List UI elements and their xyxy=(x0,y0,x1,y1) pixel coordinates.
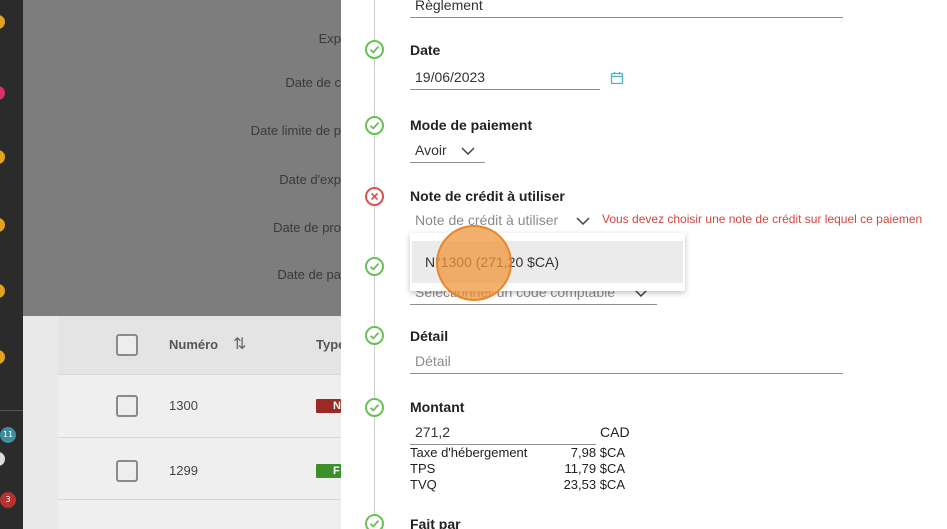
tax-name-tps: TPS xyxy=(410,461,436,476)
tax-name-hebergement: Taxe d'hébergement xyxy=(410,445,528,460)
bg-label-expediteur: Exp xyxy=(318,31,341,46)
tax-value-tvq: 23,53 $CA xyxy=(563,477,625,492)
type-badge: Note xyxy=(316,399,341,413)
detail-placeholder: Détail xyxy=(415,353,451,369)
tax-name-tvq: TVQ xyxy=(410,477,437,492)
bg-label-date-expiration: Date d'exp xyxy=(279,172,341,187)
calendar-icon[interactable] xyxy=(610,71,624,85)
app-sidebar-rail: 11 3 xyxy=(0,0,23,529)
background-page: Exp Date de c Date limite de p Date d'ex… xyxy=(23,0,345,529)
note-label: Note de crédit à utiliser xyxy=(410,188,565,204)
note-select[interactable]: Note de crédit à utiliser xyxy=(410,209,597,233)
nav-icon-4[interactable] xyxy=(0,218,5,232)
note-placeholder: Note de crédit à utiliser xyxy=(415,212,559,228)
type-badge: F xyxy=(316,464,341,478)
sort-icon[interactable]: ⇅ xyxy=(233,334,246,354)
currency-label: CAD xyxy=(600,424,630,440)
mode-value: Avoir xyxy=(415,142,447,158)
background-table: Numéro ⇅ Type 1300 Note 1299 F xyxy=(58,316,345,529)
col-header-numero[interactable]: Numéro xyxy=(169,337,218,352)
background-form: Exp Date de c Date limite de p Date d'ex… xyxy=(23,0,341,316)
montant-check-icon xyxy=(365,398,384,417)
row-numero: 1299 xyxy=(169,463,198,478)
fait-par-label: Fait par xyxy=(410,516,461,529)
alert-badge[interactable]: 3 xyxy=(0,492,16,508)
table-header: Numéro ⇅ Type xyxy=(58,316,345,374)
date-label: Date xyxy=(410,42,441,58)
nav-icon-6[interactable] xyxy=(0,350,5,364)
montant-label: Montant xyxy=(410,399,465,415)
reglement-field[interactable]: Règlement xyxy=(410,0,843,18)
detail-label: Détail xyxy=(410,328,449,344)
mode-select[interactable]: Avoir xyxy=(410,139,485,163)
tax-value-hebergement: 7,98 $CA xyxy=(570,445,625,460)
nav-icon-5[interactable] xyxy=(0,284,5,298)
date-input[interactable]: 19/06/2023 xyxy=(410,66,600,90)
row-checkbox[interactable] xyxy=(116,395,138,417)
bg-label-date-paiement: Date de pa xyxy=(277,267,341,282)
detail-check-icon xyxy=(365,326,384,345)
click-indicator xyxy=(436,225,512,301)
nav-icon-3[interactable] xyxy=(0,150,5,164)
user-icon[interactable] xyxy=(0,452,5,466)
tax-value-tps: 11,79 $CA xyxy=(564,461,625,476)
note-error-message: Vous devez choisir une note de crédit su… xyxy=(602,212,923,226)
chevron-down-icon xyxy=(576,217,590,225)
mode-label: Mode de paiement xyxy=(410,117,533,133)
date-check-icon xyxy=(365,40,384,59)
nav-icon-1[interactable] xyxy=(0,15,5,29)
row-checkbox[interactable] xyxy=(116,460,138,482)
code-check-icon xyxy=(365,257,384,276)
rail-divider xyxy=(0,410,23,411)
select-all-checkbox[interactable] xyxy=(116,334,138,356)
chevron-down-icon xyxy=(461,147,475,155)
mode-check-icon xyxy=(365,116,384,135)
row-numero: 1300 xyxy=(169,398,198,413)
nav-icon-2[interactable] xyxy=(0,86,5,100)
montant-input[interactable]: 271,2 xyxy=(410,421,596,445)
fait-par-check-icon xyxy=(365,514,384,529)
bg-label-date-production: Date de pro xyxy=(273,220,341,235)
bg-label-date-creation: Date de c xyxy=(285,75,341,90)
detail-input[interactable]: Détail xyxy=(410,350,843,374)
bg-label-date-limite: Date limite de p xyxy=(250,123,341,138)
note-error-icon xyxy=(365,187,384,206)
notification-badge[interactable]: 11 xyxy=(0,427,16,443)
